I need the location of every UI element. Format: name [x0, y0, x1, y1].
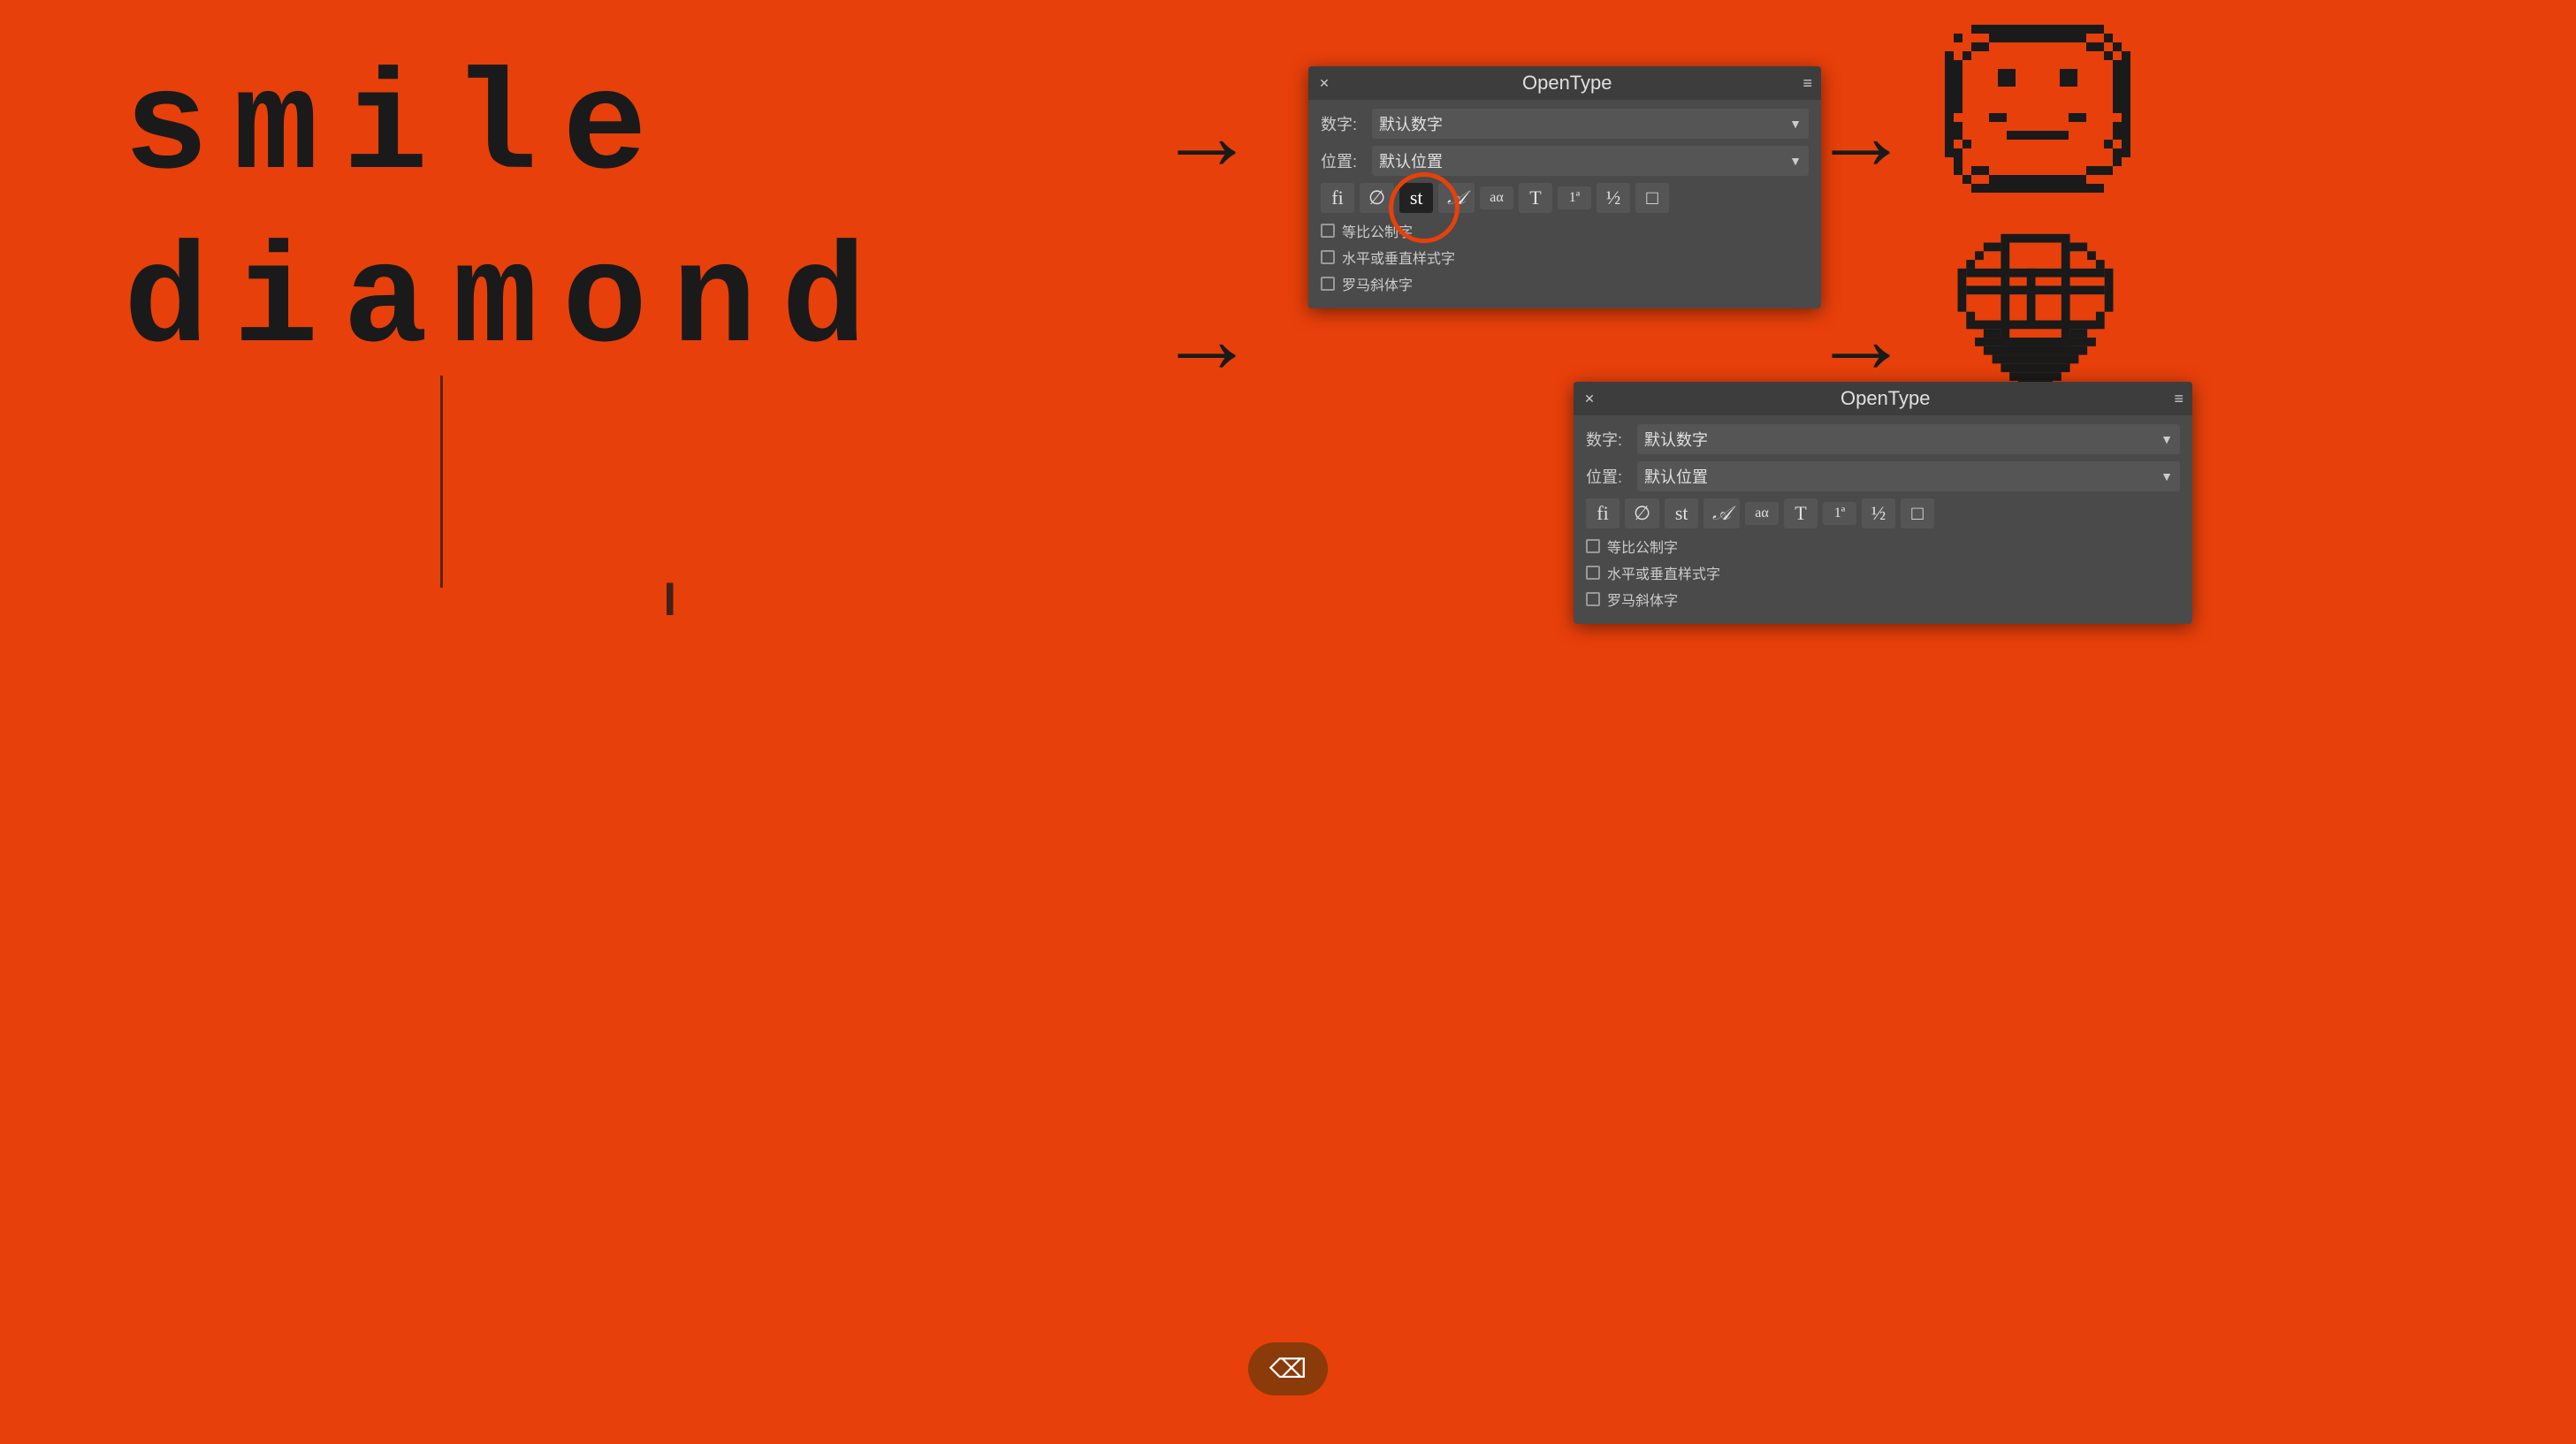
arrow-smile-to-panel: → — [1158, 80, 1255, 192]
checkbox-roman-bottom[interactable] — [1586, 592, 1600, 606]
checkbox-proportional-bottom[interactable] — [1586, 539, 1600, 553]
typo-btn-fi-bottom[interactable]: fi — [1586, 498, 1620, 528]
panel-select-digits-bottom[interactable]: 默认数字 ▼ — [1637, 424, 2180, 454]
typo-btn-1a-top[interactable]: 1ª — [1558, 186, 1591, 209]
panel-select-position-arrow-bottom: ▼ — [2161, 469, 2173, 483]
checkbox-row-horizontal-bottom: 水平或垂直样式字 — [1586, 562, 2180, 583]
panel-label-position-bottom: 位置: — [1586, 465, 1630, 488]
checkbox-label-roman: 罗马斜体字 — [1342, 273, 1413, 294]
arrow-diamond-to-emoji: → — [1812, 283, 1909, 395]
panel-select-digits-value: 默认数字 — [1379, 112, 1789, 135]
panel-row-digits-bottom: 数字: 默认数字 ▼ — [1586, 424, 2180, 454]
typo-btn-half-top[interactable]: ½ — [1597, 183, 1630, 213]
panel-menu-button-top[interactable]: ≡ — [1802, 74, 1812, 93]
panel-body-bottom: 数字: 默认数字 ▼ 位置: 默认位置 ▼ fi ∅ st 𝒜 aα T 1ª … — [1574, 415, 2192, 624]
typo-btn-1a-bottom[interactable]: 1ª — [1823, 502, 1856, 525]
panel-menu-button-bottom[interactable]: ≡ — [2174, 390, 2184, 408]
panel-label-position: 位置: — [1321, 149, 1365, 172]
panel-select-digits-value-bottom: 默认数字 — [1644, 428, 2161, 451]
panel-select-digits-arrow: ▼ — [1789, 117, 1802, 131]
checkbox-row-roman: 罗马斜体字 — [1321, 273, 1809, 294]
typo-btn-slash-bottom[interactable]: ∅ — [1625, 498, 1659, 528]
typo-btn-square-top[interactable]: □ — [1635, 183, 1669, 213]
panel-titlebar-top: ✕ OpenType ≡ — [1308, 66, 1821, 100]
panel-body-top: 数字: 默认数字 ▼ 位置: 默认位置 ▼ fi ∅ st 𝒜 aα T 1ª … — [1308, 100, 1821, 308]
main-text-area: smile diamond — [124, 53, 891, 382]
typo-buttons-row-top: fi ∅ st 𝒜 aα T 1ª ½ □ — [1321, 183, 1809, 213]
panel-close-button-top[interactable]: ✕ — [1317, 76, 1331, 90]
delete-icon: ⌫ — [1269, 1354, 1307, 1385]
panel-select-position-value: 默认位置 — [1379, 149, 1789, 172]
checkbox-label-proportional-bottom: 等比公制字 — [1607, 536, 1678, 557]
panel-titlebar-bottom: ✕ OpenType ≡ — [1574, 382, 2192, 415]
word-diamond: diamond — [124, 226, 891, 382]
checkbox-row-horizontal: 水平或垂直样式字 — [1321, 247, 1809, 268]
opentype-panel-top: ✕ OpenType ≡ 数字: 默认数字 ▼ 位置: 默认位置 ▼ fi ∅ … — [1308, 66, 1821, 308]
panel-select-position-arrow: ▼ — [1789, 154, 1802, 168]
typo-btn-a-bottom[interactable]: 𝒜 — [1703, 498, 1740, 528]
typo-buttons-row-bottom: fi ∅ st 𝒜 aα T 1ª ½ □ — [1586, 498, 2180, 528]
text-i-cursor: 𝐈 — [663, 574, 677, 627]
panel-select-position-value-bottom: 默认位置 — [1644, 465, 2161, 488]
panel-close-button-bottom[interactable]: ✕ — [1582, 391, 1597, 406]
panel-select-digits[interactable]: 默认数字 ▼ — [1372, 109, 1809, 139]
typo-btn-fi-top[interactable]: fi — [1321, 183, 1354, 213]
typo-btn-st-bottom[interactable]: st — [1665, 498, 1698, 528]
checkbox-label-roman-bottom: 罗马斜体字 — [1607, 589, 1678, 610]
word-smile: smile — [124, 53, 891, 209]
typo-btn-aa-top[interactable]: aα — [1480, 186, 1513, 209]
panel-label-digits: 数字: — [1321, 112, 1365, 135]
checkbox-proportional[interactable] — [1321, 224, 1335, 238]
typo-btn-aa-bottom[interactable]: aα — [1745, 502, 1779, 525]
checkbox-row-proportional: 等比公制字 — [1321, 220, 1809, 241]
typo-btn-t-top[interactable]: T — [1519, 183, 1552, 213]
typo-btn-square-bottom[interactable]: □ — [1901, 498, 1934, 528]
checkbox-row-roman-bottom: 罗马斜体字 — [1586, 589, 2180, 610]
panel-label-digits-bottom: 数字: — [1586, 428, 1630, 451]
opentype-panel-bottom: ✕ OpenType ≡ 数字: 默认数字 ▼ 位置: 默认位置 ▼ fi ∅ … — [1574, 382, 2192, 624]
checkbox-horizontal-bottom[interactable] — [1586, 566, 1600, 580]
checkbox-roman[interactable] — [1321, 277, 1335, 291]
checkbox-label-horizontal-bottom: 水平或垂直样式字 — [1607, 562, 1720, 583]
arrow-diamond-to-panel: → — [1158, 283, 1255, 395]
panel-select-position-bottom[interactable]: 默认位置 ▼ — [1637, 461, 2180, 491]
checkbox-label-horizontal: 水平或垂直样式字 — [1342, 247, 1455, 268]
panel-row-digits: 数字: 默认数字 ▼ — [1321, 109, 1809, 139]
typo-btn-st-top[interactable]: st — [1399, 183, 1433, 213]
panel-select-position[interactable]: 默认位置 ▼ — [1372, 146, 1809, 176]
text-cursor-line — [440, 376, 443, 588]
panel-title-bottom: OpenType — [1841, 387, 1931, 410]
checkbox-row-proportional-bottom: 等比公制字 — [1586, 536, 2180, 557]
typo-btn-a-top[interactable]: 𝒜 — [1438, 183, 1475, 213]
checkbox-label-proportional: 等比公制字 — [1342, 220, 1413, 241]
arrow-smile-to-emoji: → — [1812, 80, 1909, 192]
typo-btn-t-bottom[interactable]: T — [1784, 498, 1818, 528]
bottom-delete-button[interactable]: ⌫ — [1248, 1342, 1328, 1395]
panel-title-top: OpenType — [1522, 72, 1612, 95]
pixel-smiley-icon — [1945, 25, 2130, 215]
typo-btn-slash-top[interactable]: ∅ — [1360, 183, 1394, 213]
panel-row-position-bottom: 位置: 默认位置 ▼ — [1586, 461, 2180, 491]
typo-btn-half-bottom[interactable]: ½ — [1862, 498, 1895, 528]
checkbox-horizontal[interactable] — [1321, 250, 1335, 264]
panel-row-position: 位置: 默认位置 ▼ — [1321, 146, 1809, 176]
panel-select-digits-arrow-bottom: ▼ — [2161, 432, 2173, 446]
